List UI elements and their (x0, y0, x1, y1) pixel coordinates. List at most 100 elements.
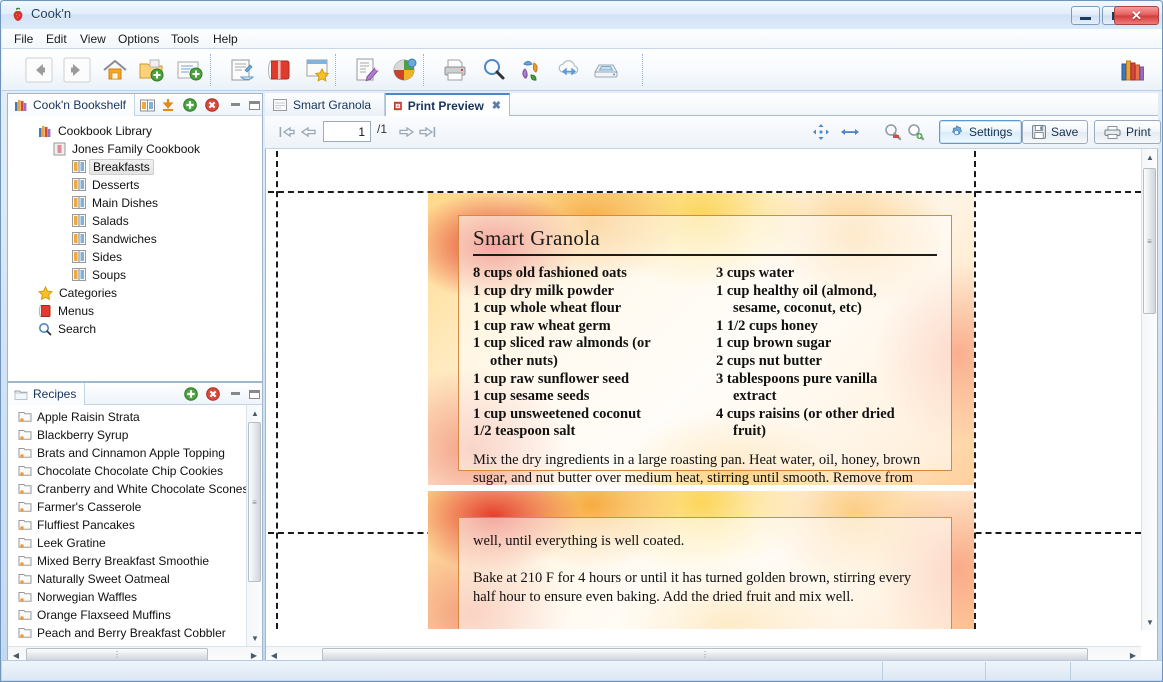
menu-options[interactable]: Options (112, 31, 165, 47)
scroll-up-arrow[interactable]: ▲ (1142, 149, 1157, 165)
minimize-panel-button[interactable] (227, 97, 243, 113)
settings-button[interactable]: Settings (939, 120, 1023, 144)
list-item-label: Brats and Cinnamon Apple Topping (37, 445, 225, 460)
list-item[interactable]: Naturally Sweet Oatmeal (18, 570, 170, 587)
list-item-label: Blackberry Syrup (37, 427, 129, 442)
add-button[interactable] (182, 97, 198, 113)
scroll-down-arrow[interactable]: ▼ (1142, 614, 1157, 630)
tab-close-icon[interactable]: ✖ (492, 99, 501, 112)
tree-item-jones-family-cookbook[interactable]: Jones Family Cookbook (53, 140, 202, 157)
fit-page-button[interactable] (811, 122, 831, 142)
bookshelf-button[interactable] (1117, 55, 1147, 85)
scrollbar-thumb[interactable]: ≡ (248, 422, 261, 582)
list-item-label: Peach and Berry Breakfast Cobbler (37, 625, 226, 640)
delete-recipe-button[interactable] (205, 386, 221, 402)
scrollbar-thumb[interactable]: ≡ (1143, 168, 1156, 314)
scanner-button[interactable] (591, 55, 621, 85)
print-button[interactable] (440, 55, 470, 85)
recipes-vertical-scrollbar[interactable]: ▲ ≡ ▼ (246, 405, 262, 646)
list-item[interactable]: Chocolate Chocolate Chip Cookies (18, 462, 223, 479)
maximize-panel-button[interactable] (246, 97, 262, 113)
list-item[interactable]: Peach and Berry Breakfast Cobbler (18, 624, 226, 641)
close-button[interactable]: ✕ (1114, 6, 1159, 25)
tree-item-cookbook-library[interactable]: Cookbook Library (38, 122, 154, 139)
sync-button[interactable] (554, 55, 584, 85)
forward-button[interactable] (62, 55, 92, 85)
tree-item-soups[interactable]: Soups (72, 266, 128, 283)
tree-item-sandwiches[interactable]: Sandwiches (72, 230, 159, 247)
edit-recipe-button[interactable] (352, 55, 382, 85)
download-button[interactable] (160, 97, 176, 113)
tab-smart-granola[interactable]: Smart Granola (265, 93, 385, 116)
menu-view[interactable]: View (74, 31, 112, 47)
recipe-icon (18, 448, 32, 458)
nutrition-chart-button[interactable] (390, 55, 420, 85)
tree-item-salads[interactable]: Salads (72, 212, 131, 229)
list-item[interactable]: Blackberry Syrup (18, 426, 128, 443)
prev-page-button[interactable] (298, 122, 318, 142)
first-page-button[interactable] (277, 122, 297, 142)
next-page-button[interactable] (396, 122, 416, 142)
open-book-button[interactable] (139, 97, 155, 113)
toolbar-separator (423, 54, 424, 86)
list-item[interactable]: Brats and Cinnamon Apple Topping (18, 444, 225, 461)
menu-tools[interactable]: Tools (165, 31, 205, 47)
favorites-button[interactable] (303, 55, 333, 85)
ingredient-item: 1 cup raw sunflower seed (473, 370, 630, 387)
menus-icon (38, 304, 51, 317)
list-item[interactable]: Orange Flaxseed Muffins (18, 606, 171, 623)
preview-vertical-scrollbar[interactable]: ▲ ≡ ▼ (1141, 149, 1157, 630)
delete-button[interactable] (204, 97, 220, 113)
new-cookbook-button[interactable] (136, 55, 166, 85)
search-button[interactable] (479, 55, 509, 85)
zoom-out-button[interactable] (883, 122, 903, 142)
tree-item-menus[interactable]: Menus (38, 302, 96, 319)
cookbook-button[interactable] (265, 55, 295, 85)
list-item[interactable]: Apple Raisin Strata (18, 408, 140, 425)
window-title: Cook'n (31, 6, 72, 21)
tab-print-preview[interactable]: Print Preview ✖ (385, 93, 510, 116)
scroll-down-arrow[interactable]: ▼ (247, 630, 262, 646)
menu-help[interactable]: Help (207, 31, 244, 47)
maximize-panel-button[interactable] (246, 386, 262, 402)
list-item[interactable]: Cranberry and White Chocolate Scones (18, 480, 248, 497)
add-recipe-button[interactable] (183, 386, 199, 402)
tree-item-breakfasts[interactable]: Breakfasts (72, 158, 154, 175)
add-recipe-button[interactable] (227, 55, 257, 85)
minimize-panel-button[interactable] (227, 386, 243, 402)
print-button[interactable]: Print (1094, 120, 1161, 144)
zoom-in-button[interactable] (906, 122, 926, 142)
minimize-button[interactable] (1071, 6, 1100, 25)
list-item[interactable]: Fluffiest Pancakes (18, 516, 135, 533)
menu-file[interactable]: File (8, 31, 39, 47)
tree-item-main-dishes[interactable]: Main Dishes (72, 194, 160, 211)
tree-item-label: Soups (92, 267, 127, 282)
ingredients-column-right: 3 cups water 1 cup healthy oil (almond, … (716, 265, 937, 441)
recipes-tab[interactable]: Recipes (8, 383, 86, 405)
tree-item-search[interactable]: Search (38, 320, 98, 337)
page-number-input[interactable] (323, 121, 371, 142)
new-chapter-button[interactable] (174, 55, 204, 85)
save-button[interactable]: Save (1022, 120, 1089, 144)
app-window: Cook'n ✕ File Edit View Options Tools He… (0, 0, 1163, 682)
chapter-icon (72, 214, 86, 227)
tree-item-categories[interactable]: Categories (38, 284, 119, 301)
home-button[interactable] (100, 55, 130, 85)
list-item[interactable]: Farmer's Casserole (18, 498, 141, 515)
bookshelf-tab[interactable]: Cook'n Bookshelf (8, 94, 136, 116)
list-item[interactable]: Leek Gratine (18, 534, 106, 551)
list-item[interactable]: Mixed Berry Breakfast Smoothie (18, 552, 209, 569)
recipe-card-inner-continued: well, until everything is well coated. B… (458, 517, 952, 629)
settings-label: Settings (969, 125, 1013, 139)
tree-item-sides[interactable]: Sides (72, 248, 124, 265)
title-rule (473, 254, 937, 256)
fit-width-button[interactable] (840, 122, 860, 142)
ingredient-item: 1 cup raw wheat germ (473, 317, 611, 334)
last-page-button[interactable] (417, 122, 437, 142)
share-button[interactable] (516, 55, 546, 85)
scroll-up-arrow[interactable]: ▲ (247, 405, 262, 421)
menu-edit[interactable]: Edit (40, 31, 73, 47)
tree-item-desserts[interactable]: Desserts (72, 176, 141, 193)
back-button[interactable] (24, 55, 54, 85)
list-item[interactable]: Norwegian Waffles (18, 588, 137, 605)
